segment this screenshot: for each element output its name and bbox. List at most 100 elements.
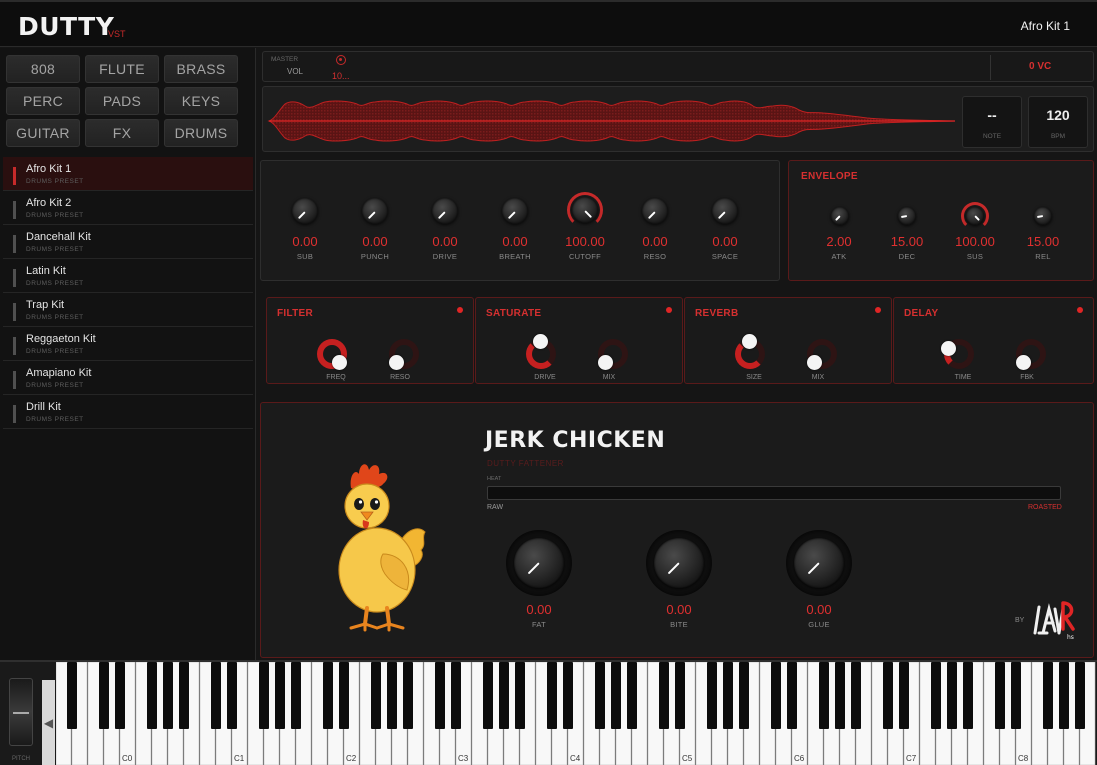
saturate-power-led[interactable] xyxy=(666,307,672,313)
preset-item[interactable]: Reggaeton Kit DRUMS PRESET xyxy=(3,327,253,361)
black-key[interactable] xyxy=(515,662,525,729)
category-button-fx[interactable]: FX xyxy=(85,119,159,147)
black-key[interactable] xyxy=(163,662,173,729)
black-key[interactable] xyxy=(403,662,413,729)
envelope-title: ENVELOPE xyxy=(801,171,858,182)
black-key[interactable] xyxy=(211,662,221,729)
black-key[interactable] xyxy=(1075,662,1085,729)
black-key[interactable] xyxy=(675,662,685,729)
black-key[interactable] xyxy=(1059,662,1069,729)
drive-knob[interactable] xyxy=(432,198,458,224)
black-key[interactable] xyxy=(547,662,557,729)
black-key[interactable] xyxy=(275,662,285,729)
category-button-guitar[interactable]: GUITAR xyxy=(6,119,80,147)
space-knob[interactable] xyxy=(712,198,738,224)
octave-left-arrow-icon[interactable]: ◀ xyxy=(42,680,55,765)
category-button-drums[interactable]: DRUMS xyxy=(164,119,238,147)
black-key[interactable] xyxy=(387,662,397,729)
filter-reso-handle[interactable] xyxy=(389,355,404,370)
black-key[interactable] xyxy=(147,662,157,729)
preset-name: Afro Kit 1 xyxy=(26,163,72,175)
filter-freq-handle[interactable] xyxy=(332,355,347,370)
black-key[interactable] xyxy=(739,662,749,729)
sub-knob[interactable] xyxy=(292,198,318,224)
category-button-pads[interactable]: PADS xyxy=(85,87,159,115)
decay-knob[interactable] xyxy=(898,207,916,225)
category-button-brass[interactable]: BRASS xyxy=(164,55,238,83)
fat-knob[interactable] xyxy=(514,538,564,588)
black-key[interactable] xyxy=(595,662,605,729)
black-key[interactable] xyxy=(339,662,349,729)
black-key[interactable] xyxy=(659,662,669,729)
black-key[interactable] xyxy=(1043,662,1053,729)
saturate-mix-handle[interactable] xyxy=(598,355,613,370)
black-key[interactable] xyxy=(483,662,493,729)
reverb-power-led[interactable] xyxy=(875,307,881,313)
piano-keys[interactable]: C0 C1 C2 C3 C4 C5 C6 C7 C8 xyxy=(56,662,1097,765)
preset-item[interactable]: Amapiano Kit DRUMS PRESET xyxy=(3,361,253,395)
breath-knob[interactable] xyxy=(502,198,528,224)
attack-knob[interactable] xyxy=(831,207,849,225)
black-key[interactable] xyxy=(323,662,333,729)
delay-time-handle[interactable] xyxy=(941,341,956,356)
preset-item[interactable]: Dancehall Kit DRUMS PRESET xyxy=(3,225,253,259)
black-key[interactable] xyxy=(947,662,957,729)
heat-slider[interactable] xyxy=(487,486,1061,500)
preset-item[interactable]: Latin Kit DRUMS PRESET xyxy=(3,259,253,293)
black-key[interactable] xyxy=(227,662,237,729)
black-key[interactable] xyxy=(995,662,1005,729)
black-key[interactable] xyxy=(835,662,845,729)
black-key[interactable] xyxy=(435,662,445,729)
release-knob[interactable] xyxy=(1034,207,1052,225)
preset-item[interactable]: Afro Kit 1 DRUMS PRESET xyxy=(3,157,253,191)
preset-item[interactable]: Trap Kit DRUMS PRESET xyxy=(3,293,253,327)
black-key[interactable] xyxy=(67,662,77,729)
delay-power-led[interactable] xyxy=(1077,307,1083,313)
black-key[interactable] xyxy=(291,662,301,729)
saturate-drive-handle[interactable] xyxy=(533,334,548,349)
black-key[interactable] xyxy=(371,662,381,729)
reverb-mix-handle[interactable] xyxy=(807,355,822,370)
preset-name: Trap Kit xyxy=(26,299,65,311)
bite-knob[interactable] xyxy=(654,538,704,588)
black-key[interactable] xyxy=(179,662,189,729)
black-key[interactable] xyxy=(931,662,941,729)
black-key[interactable] xyxy=(723,662,733,729)
reso-knob[interactable] xyxy=(642,198,668,224)
filter-power-led[interactable] xyxy=(457,307,463,313)
black-key[interactable] xyxy=(451,662,461,729)
black-key[interactable] xyxy=(99,662,109,729)
attack-label: ATK xyxy=(831,252,847,261)
octave-label: C8 xyxy=(1018,754,1029,763)
black-key[interactable] xyxy=(963,662,973,729)
master-volume-knob[interactable] xyxy=(336,55,346,65)
preset-item[interactable]: Afro Kit 2 DRUMS PRESET xyxy=(3,191,253,225)
category-button-perc[interactable]: PERC xyxy=(6,87,80,115)
black-key[interactable] xyxy=(259,662,269,729)
black-key[interactable] xyxy=(851,662,861,729)
bpm-value: 120 xyxy=(1046,107,1070,123)
pitch-wheel[interactable]: PITCH xyxy=(3,674,39,762)
black-key[interactable] xyxy=(771,662,781,729)
black-key[interactable] xyxy=(707,662,717,729)
black-key[interactable] xyxy=(883,662,893,729)
black-key[interactable] xyxy=(819,662,829,729)
category-button-keys[interactable]: KEYS xyxy=(164,87,238,115)
black-key[interactable] xyxy=(611,662,621,729)
preset-item[interactable]: Drill Kit DRUMS PRESET xyxy=(3,395,253,429)
category-button-flute[interactable]: FLUTE xyxy=(85,55,159,83)
black-key[interactable] xyxy=(115,662,125,729)
black-key[interactable] xyxy=(899,662,909,729)
black-key[interactable] xyxy=(787,662,797,729)
cutoff-knob[interactable] xyxy=(572,197,598,223)
black-key[interactable] xyxy=(627,662,637,729)
black-key[interactable] xyxy=(563,662,573,729)
reverb-size-handle[interactable] xyxy=(742,334,757,349)
black-key[interactable] xyxy=(499,662,509,729)
black-key[interactable] xyxy=(1011,662,1021,729)
punch-knob[interactable] xyxy=(362,198,388,224)
glue-knob[interactable] xyxy=(794,538,844,588)
delay-fbk-handle[interactable] xyxy=(1016,355,1031,370)
sustain-knob[interactable] xyxy=(966,207,984,225)
category-button-808[interactable]: 808 xyxy=(6,55,80,83)
